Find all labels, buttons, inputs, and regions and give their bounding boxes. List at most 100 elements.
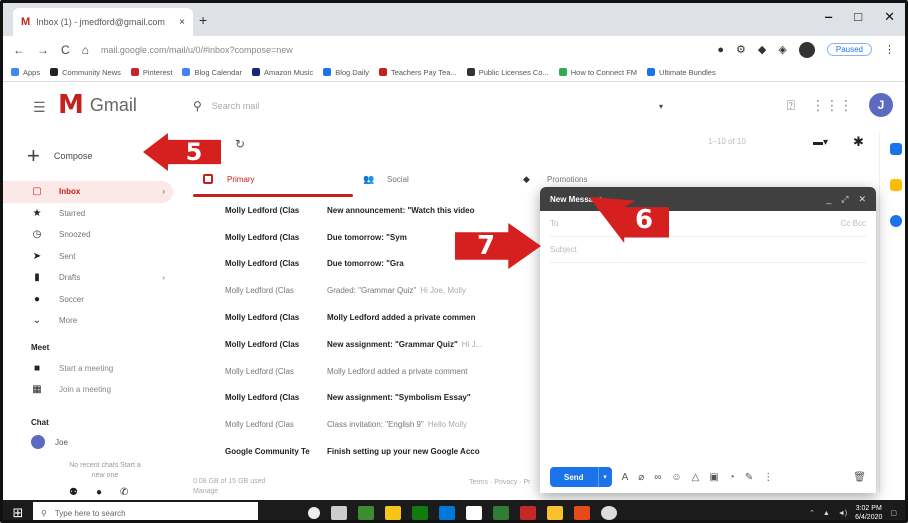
send-options-icon[interactable]: ▾ bbox=[597, 467, 612, 487]
formatting-icon[interactable]: A bbox=[622, 472, 629, 483]
extension-icon[interactable]: ◈ bbox=[778, 43, 786, 56]
emoji-icon[interactable]: ☺ bbox=[671, 472, 681, 483]
new-tab-button[interactable]: + bbox=[199, 12, 207, 28]
expand-chevron-icon[interactable]: › bbox=[162, 187, 165, 196]
email-row[interactable]: Molly Ledford (Clas Molly Ledford added a… bbox=[193, 304, 543, 331]
bookmark-star-icon[interactable]: ● bbox=[717, 44, 724, 56]
search-icon[interactable]: ⚲ bbox=[193, 99, 202, 113]
to-input[interactable]: To bbox=[550, 219, 558, 228]
taskbar-search-input[interactable]: Type here to search bbox=[55, 509, 126, 518]
attach-icon[interactable]: ⌀ bbox=[638, 472, 644, 483]
compose-button[interactable]: + Compose bbox=[27, 143, 92, 169]
more-options-icon[interactable]: ⋮ bbox=[763, 472, 773, 483]
settings-gear-icon[interactable]: ✱ bbox=[853, 134, 864, 150]
windows-start-icon[interactable]: ⊞ bbox=[3, 505, 33, 520]
forward-icon[interactable]: → bbox=[37, 43, 49, 57]
to-field[interactable]: To Cc Bcc bbox=[550, 211, 866, 237]
sidebar-item-sent[interactable]: ➤ Sent bbox=[3, 246, 173, 268]
notifications-icon[interactable]: ▢ bbox=[890, 509, 897, 517]
person-icon[interactable]: ⚉ bbox=[69, 487, 78, 498]
email-row[interactable]: Molly Ledford (Clas Graded: "Grammar Quiz… bbox=[193, 277, 543, 304]
chat-bubble-icon[interactable]: ● bbox=[96, 487, 102, 498]
sidebar-item-snoozed[interactable]: ◷ Snoozed bbox=[3, 224, 173, 246]
calendar-icon[interactable] bbox=[890, 143, 902, 155]
app-icon[interactable] bbox=[547, 506, 563, 520]
account-avatar[interactable]: J bbox=[869, 93, 893, 117]
subject-field[interactable]: Subject bbox=[550, 237, 866, 263]
sidebar-item-drafts[interactable]: ▮ Drafts › bbox=[3, 267, 173, 289]
subject-input[interactable]: Subject bbox=[550, 245, 577, 254]
discard-draft-icon[interactable]: 🗑 bbox=[853, 472, 866, 483]
sync-paused-button[interactable]: Paused bbox=[826, 43, 872, 56]
back-icon[interactable]: ← bbox=[13, 43, 25, 57]
extension-icon[interactable]: ◆ bbox=[758, 43, 766, 56]
email-row[interactable]: Molly Ledford (Clas New assignment: "Gram… bbox=[193, 331, 543, 358]
email-row[interactable]: Google Community Te Finish setting up you… bbox=[193, 438, 543, 465]
sidebar-item-starred[interactable]: ★ Starred bbox=[3, 203, 173, 225]
search-input[interactable]: Search mail bbox=[212, 101, 260, 111]
send-button[interactable]: Send bbox=[550, 467, 598, 487]
compose-header[interactable]: New Message _ ⤢ ✕ bbox=[540, 187, 876, 211]
drive-icon[interactable]: △ bbox=[692, 472, 700, 483]
volume-icon[interactable]: ◄) bbox=[838, 510, 847, 517]
network-icon[interactable]: ▲ bbox=[823, 510, 830, 517]
tab-primary[interactable]: Primary bbox=[193, 165, 353, 197]
minimize-window-button[interactable]: ‒ bbox=[825, 9, 832, 25]
close-compose-button[interactable]: ✕ bbox=[858, 194, 866, 205]
app-icon[interactable] bbox=[493, 506, 509, 520]
extension-icon[interactable]: ⚙ bbox=[736, 43, 746, 56]
task-view-icon[interactable] bbox=[331, 506, 347, 520]
search-bar[interactable]: ⚲ Search mail ▾ bbox=[193, 94, 663, 118]
app-icon[interactable] bbox=[574, 506, 590, 520]
chrome-icon[interactable] bbox=[601, 506, 617, 520]
keyboard-icon[interactable]: ▬▾ bbox=[813, 137, 828, 148]
bookmark-item[interactable]: Pinterest bbox=[130, 68, 172, 77]
notepad-icon[interactable] bbox=[466, 506, 482, 520]
app-icon[interactable] bbox=[412, 506, 428, 520]
tab-close-button[interactable]: × bbox=[179, 17, 185, 28]
search-options-icon[interactable]: ▾ bbox=[659, 102, 663, 111]
home-icon[interactable]: ⌂ bbox=[82, 43, 89, 57]
footer-links[interactable]: Terms · Privacy · Pr bbox=[469, 479, 530, 486]
profile-avatar[interactable] bbox=[798, 41, 815, 58]
help-icon[interactable]: ⍰ bbox=[787, 97, 795, 114]
app-icon[interactable] bbox=[358, 506, 374, 520]
chat-user-item[interactable]: Joe bbox=[31, 435, 68, 449]
browser-tab-gmail[interactable]: M Inbox (1) - jmedford@gmail.com × bbox=[13, 8, 193, 36]
bookmark-item[interactable]: Ultimate Bundles bbox=[647, 68, 716, 77]
reload-icon[interactable]: C bbox=[61, 43, 70, 57]
minimize-compose-button[interactable]: _ bbox=[826, 194, 831, 205]
apps-grid-icon[interactable]: ⋮⋮⋮ bbox=[811, 97, 853, 114]
bookmark-item[interactable]: Teachers Pay Tea... bbox=[378, 68, 457, 77]
join-meeting-item[interactable]: ▦ Join a meeting bbox=[31, 384, 111, 395]
bookmark-item[interactable]: Apps bbox=[11, 68, 40, 77]
start-meeting-item[interactable]: ■ Start a meeting bbox=[31, 363, 113, 374]
bookmark-item[interactable]: Public Licenses Co... bbox=[466, 68, 549, 77]
maximize-window-button[interactable]: □ bbox=[854, 9, 862, 25]
tasks-icon[interactable] bbox=[890, 215, 902, 227]
gmail-logo[interactable]: M Gmail bbox=[58, 92, 137, 118]
expand-chevron-icon[interactable]: › bbox=[162, 273, 165, 282]
sidebar-item-inbox[interactable]: ▢ Inbox › bbox=[3, 181, 173, 203]
bookmark-item[interactable]: How to Connect FM bbox=[558, 68, 637, 77]
file-explorer-icon[interactable] bbox=[385, 506, 401, 520]
clock[interactable]: 3:02 PM 6/4/2020 bbox=[855, 504, 882, 520]
app-icon[interactable] bbox=[520, 506, 536, 520]
bookmark-item[interactable]: Community News bbox=[50, 68, 121, 77]
confidential-icon[interactable]: ◔ bbox=[729, 472, 735, 483]
close-window-button[interactable]: ✕ bbox=[884, 9, 895, 25]
fullscreen-compose-button[interactable]: ⤢ bbox=[841, 194, 848, 205]
tray-up-icon[interactable]: ⌃ bbox=[809, 509, 815, 517]
cortana-icon[interactable] bbox=[308, 507, 320, 519]
sidebar-item-soccer[interactable]: ● Soccer bbox=[3, 289, 173, 311]
signature-icon[interactable]: ✎ bbox=[745, 472, 753, 483]
bookmark-item[interactable]: Blog Calendar bbox=[182, 68, 242, 77]
email-row[interactable]: Molly Ledford (Clas Molly Ledford added a… bbox=[193, 358, 543, 385]
bookmark-item[interactable]: Blog Daily bbox=[323, 68, 369, 77]
browser-menu-icon[interactable]: ⋮ bbox=[884, 43, 895, 56]
cc-bcc-link[interactable]: Cc Bcc bbox=[841, 219, 866, 228]
manage-storage-link[interactable]: Manage bbox=[193, 487, 265, 497]
sidebar-item-more[interactable]: ⌄ More bbox=[3, 310, 173, 332]
email-row[interactable]: Molly Ledford (Clas New announcement: "Wa… bbox=[193, 197, 543, 224]
bookmark-item[interactable]: Amazon Music bbox=[252, 68, 313, 77]
